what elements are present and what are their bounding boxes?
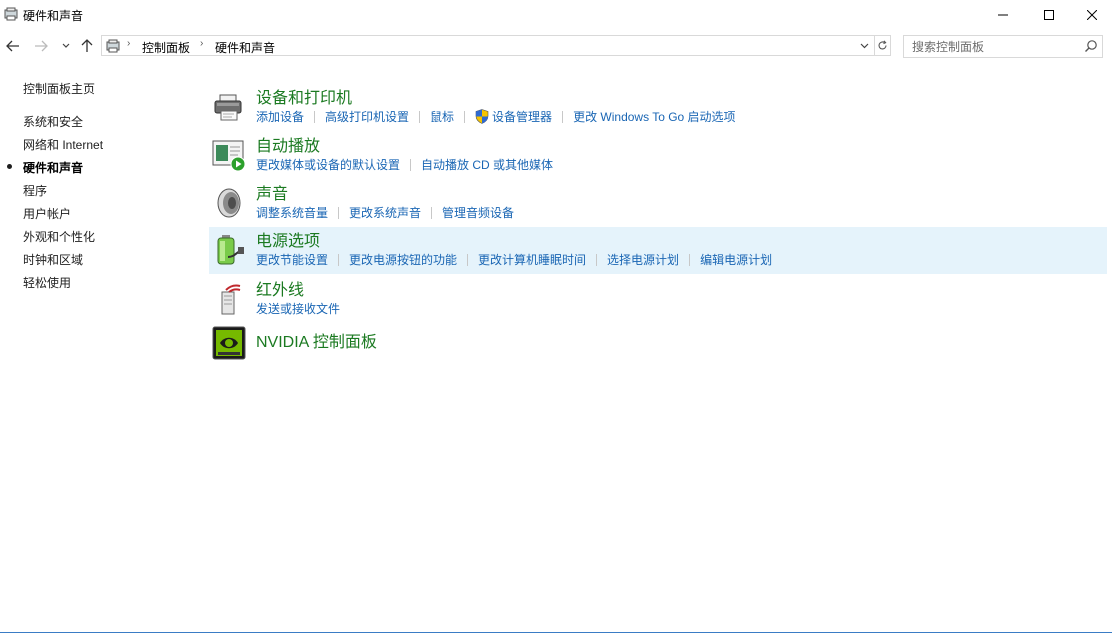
search-icon[interactable] <box>1084 39 1098 53</box>
uac-shield-icon <box>475 109 489 124</box>
link-adjust-volume[interactable]: 调整系统音量 <box>256 204 328 221</box>
status-divider <box>0 632 1112 633</box>
control-panel-icon <box>106 39 120 53</box>
category-links: 调整系统音量 更改系统声音 管理音频设备 <box>256 204 514 221</box>
link-send-receive-files[interactable]: 发送或接收文件 <box>256 300 340 317</box>
category-title-nvidia[interactable]: NVIDIA 控制面板 <box>256 328 377 352</box>
search-input[interactable] <box>910 38 1084 56</box>
recent-locations-button[interactable] <box>58 38 74 54</box>
minimize-button[interactable] <box>980 0 1026 30</box>
link-separator <box>689 253 691 266</box>
link-manage-audio-devices[interactable]: 管理音频设备 <box>442 204 514 221</box>
forward-button[interactable] <box>33 38 49 54</box>
up-button[interactable] <box>79 38 95 54</box>
link-power-button-function[interactable]: 更改电源按钮的功能 <box>349 251 457 268</box>
title-bar: 硬件和声音 <box>0 0 1112 30</box>
sidebar-item-programs[interactable]: 程序 <box>23 182 47 199</box>
back-button[interactable] <box>5 38 21 54</box>
minimize-icon <box>998 14 1008 16</box>
category-title-infrared[interactable]: 红外线 <box>256 276 304 300</box>
sidebar-item-clock-region[interactable]: 时钟和区域 <box>23 251 83 268</box>
chevron-right-icon[interactable]: › <box>200 38 203 49</box>
autoplay-icon <box>212 140 246 172</box>
category-links: 更改媒体或设备的默认设置 自动播放 CD 或其他媒体 <box>256 156 553 173</box>
link-separator <box>314 110 316 123</box>
close-button[interactable] <box>1072 0 1112 30</box>
sidebar-item-ease-of-access[interactable]: 轻松使用 <box>23 274 71 291</box>
link-change-power-saving[interactable]: 更改节能设置 <box>256 251 328 268</box>
infrared-icon <box>221 284 241 315</box>
link-separator <box>596 253 598 266</box>
navigation-bar: › 控制面板 › 硬件和声音 <box>0 32 1112 60</box>
category-infrared: 红外线 发送或接收文件 <box>209 276 1107 323</box>
category-title-devices-printers[interactable]: 设备和打印机 <box>256 84 352 108</box>
refresh-button[interactable] <box>875 35 891 56</box>
maximize-icon <box>1044 10 1054 20</box>
category-autoplay: 自动播放 更改媒体或设备的默认设置 自动播放 CD 或其他媒体 <box>209 132 1107 179</box>
sidebar-item-user-accounts[interactable]: 用户帐户 <box>23 205 71 222</box>
category-title-sound[interactable]: 声音 <box>256 180 288 204</box>
speaker-icon <box>217 188 241 218</box>
link-separator <box>410 158 412 171</box>
link-add-device[interactable]: 添加设备 <box>256 108 304 125</box>
category-devices-printers: 设备和打印机 添加设备 高级打印机设置 鼠标 设备管理器 更改 Windows … <box>209 84 1107 131</box>
category-title-power-options[interactable]: 电源选项 <box>256 227 320 251</box>
breadcrumb-hardware-sound[interactable]: 硬件和声音 <box>215 39 275 56</box>
printer-icon <box>214 94 242 121</box>
refresh-icon <box>878 40 887 50</box>
breadcrumb-control-panel[interactable]: 控制面板 <box>142 39 190 56</box>
arrow-right-icon <box>35 40 48 52</box>
nvidia-icon <box>212 326 246 360</box>
chevron-right-icon[interactable]: › <box>127 38 130 49</box>
link-separator <box>431 206 433 219</box>
sidebar-item-system-security[interactable]: 系统和安全 <box>23 113 83 130</box>
link-change-system-sounds[interactable]: 更改系统声音 <box>349 204 421 221</box>
link-sleep-time[interactable]: 更改计算机睡眠时间 <box>478 251 586 268</box>
battery-icon <box>217 235 244 265</box>
category-sound: 声音 调整系统音量 更改系统声音 管理音频设备 <box>209 180 1107 227</box>
control-panel-icon <box>4 7 18 21</box>
link-choose-power-plan[interactable]: 选择电源计划 <box>607 251 679 268</box>
sidebar-item-control-panel-home[interactable]: 控制面板主页 <box>23 80 95 97</box>
address-bar[interactable]: › 控制面板 › 硬件和声音 <box>101 35 875 56</box>
link-separator <box>419 110 421 123</box>
chevron-down-icon <box>62 43 70 48</box>
link-device-manager[interactable]: 设备管理器 <box>492 108 552 125</box>
arrow-left-icon <box>6 40 19 52</box>
current-item-bullet <box>7 164 12 169</box>
link-autoplay-cd[interactable]: 自动播放 CD 或其他媒体 <box>421 156 553 173</box>
link-separator <box>464 110 466 123</box>
link-separator <box>562 110 564 123</box>
link-windows-to-go[interactable]: 更改 Windows To Go 启动选项 <box>573 108 735 125</box>
link-separator <box>338 253 340 266</box>
link-separator <box>338 206 340 219</box>
link-mouse[interactable]: 鼠标 <box>430 108 454 125</box>
link-edit-power-plan[interactable]: 编辑电源计划 <box>700 251 772 268</box>
category-links: 更改节能设置 更改电源按钮的功能 更改计算机睡眠时间 选择电源计划 编辑电源计划 <box>256 251 772 268</box>
address-dropdown-icon[interactable] <box>860 41 869 51</box>
sidebar-item-appearance[interactable]: 外观和个性化 <box>23 228 95 245</box>
search-box[interactable] <box>903 35 1103 58</box>
category-links: 发送或接收文件 <box>256 300 340 317</box>
category-power-options: 电源选项 更改节能设置 更改电源按钮的功能 更改计算机睡眠时间 选择电源计划 编… <box>209 227 1107 274</box>
link-separator <box>467 253 469 266</box>
link-advanced-printer-setup[interactable]: 高级打印机设置 <box>325 108 409 125</box>
window-title: 硬件和声音 <box>23 9 84 23</box>
close-icon <box>1087 10 1097 20</box>
maximize-button[interactable] <box>1026 0 1072 30</box>
sidebar-item-network-internet[interactable]: 网络和 Internet <box>23 136 103 153</box>
category-links: 添加设备 高级打印机设置 鼠标 设备管理器 更改 Windows To Go 启… <box>256 108 736 125</box>
link-change-media-defaults[interactable]: 更改媒体或设备的默认设置 <box>256 156 400 173</box>
arrow-up-icon <box>81 39 93 52</box>
sidebar-item-hardware-sound: 硬件和声音 <box>23 161 84 175</box>
category-nvidia: NVIDIA 控制面板 <box>209 326 1107 373</box>
category-title-autoplay[interactable]: 自动播放 <box>256 132 320 156</box>
